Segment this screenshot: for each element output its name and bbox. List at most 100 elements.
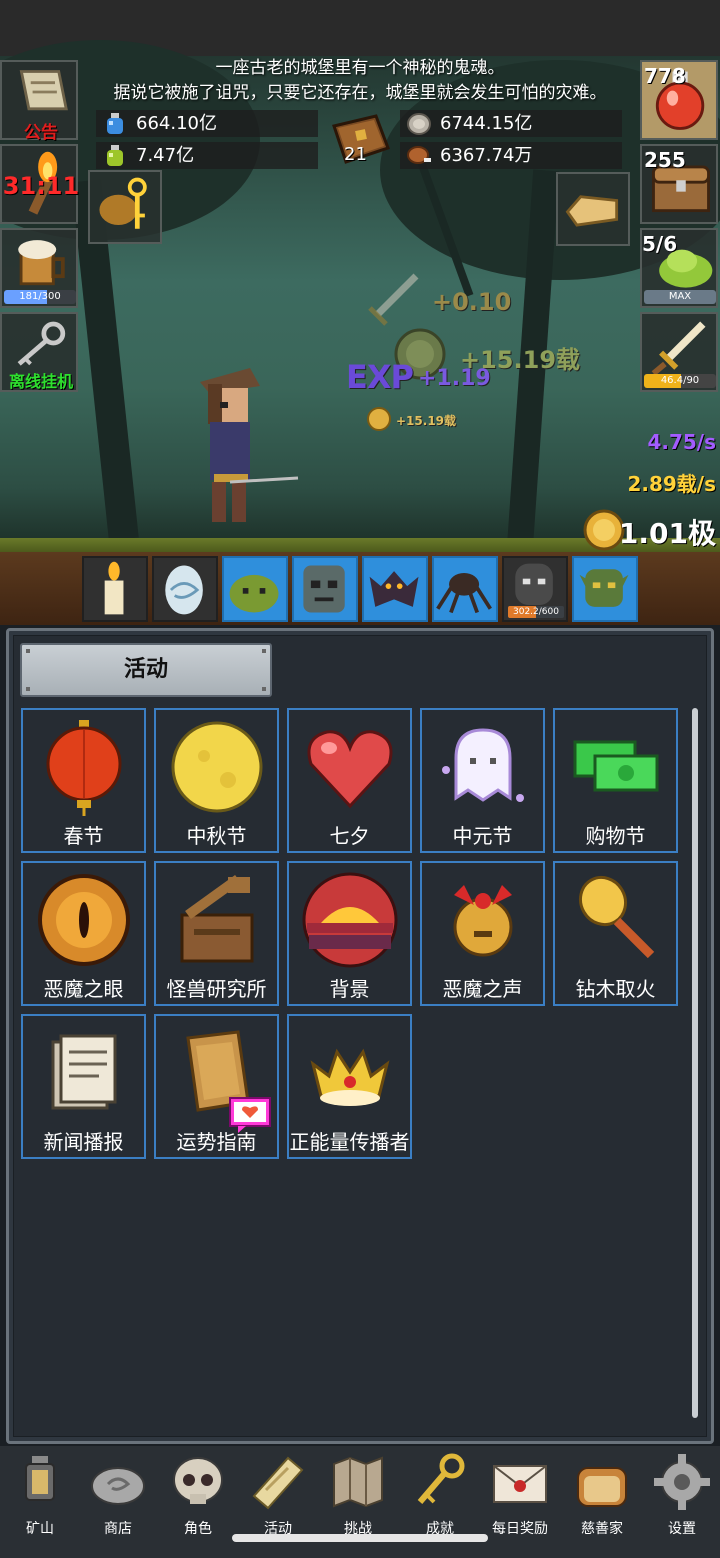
tile-label: 怪兽研究所 [166,977,267,1001]
bell-icon [453,885,513,957]
rivet [26,649,30,653]
activity-tile-background[interactable]: 背景 [287,861,412,1006]
lantern-nav-icon [25,1456,55,1501]
beer-button[interactable]: 181/300 [0,228,78,308]
demon-eye-icon [38,874,130,966]
skull-nav-icon [173,1457,223,1504]
zombie-icon [303,565,345,613]
slime-max-badge: MAX [644,290,716,304]
sword-gain-text: +0.10 [432,288,512,316]
nav-mine[interactable]: 矿山 [0,1446,80,1558]
floating-sword-icon [368,273,419,326]
rivet [262,687,266,691]
tile-label: 购物节 [585,824,646,848]
activity-tile-news[interactable]: 新闻播报 [21,1014,146,1159]
activity-tile-monster-lab[interactable]: 怪兽研究所 [154,861,279,1006]
story-line-1: 一座古老的城堡里有一个神秘的鬼魂。 [215,58,505,78]
spider-icon [436,573,492,614]
green-potion-icon [107,145,123,166]
sword-button[interactable]: 46.4/90 [640,312,718,392]
blue-potion-value: 664.10亿 [136,113,217,134]
monster-slot-ghost[interactable]: 302.2/600 [502,556,568,622]
home-indicator[interactable] [232,1534,488,1542]
activity-tile-fortune-guide[interactable]: 运势指南 [154,1014,279,1159]
monster-slot-zombie[interactable] [292,556,358,622]
slime-button[interactable]: 5/6 MAX [640,228,718,308]
nav-shop[interactable]: 商店 [78,1446,158,1558]
slime-monster-icon [229,574,279,613]
beer-progress-text: 181/300 [19,291,61,302]
bread-item[interactable] [556,172,630,246]
rivet [262,649,266,653]
spellbook-level[interactable]: 21 [326,112,394,170]
chest-button[interactable]: 255 [640,144,718,224]
battle-scene: 一座古老的城堡里有一个神秘的鬼魂。 据说它被施了诅咒，只要它还存在，城堡里就会发… [0,0,720,625]
tile-label: 春节 [63,824,104,848]
monster-slot-egg[interactable] [152,556,218,622]
crown-icon [310,1048,390,1106]
activity-tile-shopping-festival[interactable]: 购物节 [553,708,678,853]
resource-silver-coin: 6744.15亿 [400,110,622,137]
tile-label: 恶魔之声 [442,977,523,1001]
book-level: 21 [344,144,367,165]
ghost-icon [442,728,524,802]
small-coin-gain-text: +15.19载 [396,414,457,428]
activity-tile-demon-eye[interactable]: 恶魔之眼 [21,861,146,1006]
resource-blue-potion: 664.10亿 [96,110,318,137]
moon-icon [171,721,263,813]
lab-icon [180,874,254,963]
story-text: 一座古老的城堡里有一个神秘的鬼魂。 据说它被施了诅咒，只要它还存在，城堡里就会发… [80,56,640,106]
tile-label: 七夕 [329,824,370,848]
resource-meat: 6367.74万 [400,142,622,169]
nav-philanthropist[interactable]: 慈善家 [562,1446,642,1558]
gold-total: 1.01极 [618,517,716,550]
activity-tile-positive-energy[interactable]: 正能量传播者 [287,1014,412,1159]
activity-tile-demon-voice[interactable]: 恶魔之声 [420,861,545,1006]
gold-rate: 2.89载/s [627,472,716,496]
sword-icon [651,321,706,374]
newspaper-icon [51,1034,117,1110]
envelope-nav-icon [493,1465,547,1503]
tile-label: 运势指南 [176,1130,257,1154]
monster-slot-candle[interactable] [82,556,148,622]
meat-value: 6367.74万 [440,145,533,166]
panel-scrollbar[interactable] [692,708,698,1418]
activity-tile-qixi[interactable]: 七夕 [287,708,412,853]
potion-button[interactable]: 778 [640,60,718,140]
exp-rate: 4.75/s [647,430,716,454]
nav-settings[interactable]: 设置 [642,1446,720,1558]
torch-button[interactable]: 31:11 [0,144,80,224]
nav-daily-reward[interactable]: 每日奖励 [480,1446,560,1558]
activity-tile-spring-festival[interactable]: 春节 [21,708,146,853]
monster-slot-orc[interactable] [572,556,638,622]
egg-icon [165,565,203,615]
nav-label: 商店 [104,1521,132,1537]
activity-tile-mid-autumn[interactable]: 中秋节 [154,708,279,853]
tile-label: 中秋节 [186,824,247,848]
notice-button[interactable]: 公告 [0,60,78,143]
activity-tab[interactable]: 活动 [20,643,272,697]
nav-character[interactable]: 角色 [158,1446,238,1558]
resource-green-potion: 7.47亿 [96,142,318,169]
bread-icon [565,195,619,227]
monster-slot-slime[interactable] [222,556,288,622]
monster-slot-spider[interactable] [432,556,498,622]
scroll-icon [19,70,68,111]
monster-slot-bat[interactable] [362,556,428,622]
sword-progress-text: 46.4/90 [660,375,700,386]
activity-tile-fire-drill[interactable]: 钻木取火 [553,861,678,1006]
stone-nav-icon [91,1467,145,1505]
golden-key-item[interactable] [88,170,162,244]
activity-tile-ghost-festival[interactable]: 中元节 [420,708,545,853]
scroll-nav-icon [252,1456,304,1510]
offline-label: 离线挂机 [8,372,73,391]
rivet [26,687,30,691]
sword-progress-bar: 46.4/90 [644,374,716,388]
beer-progress-bar: 181/300 [4,290,76,304]
offline-idle-button[interactable]: 离线挂机 [0,312,78,392]
sunset-icon [302,872,398,968]
ghost-progress-bar: 302.2/600 [508,606,564,618]
torch-value: 31:11 [2,172,80,200]
story-line-2: 据说它被施了诅咒，只要它还存在，城堡里就会发生可怕的灾难。 [113,83,607,103]
silver-coin-icon [407,113,431,135]
